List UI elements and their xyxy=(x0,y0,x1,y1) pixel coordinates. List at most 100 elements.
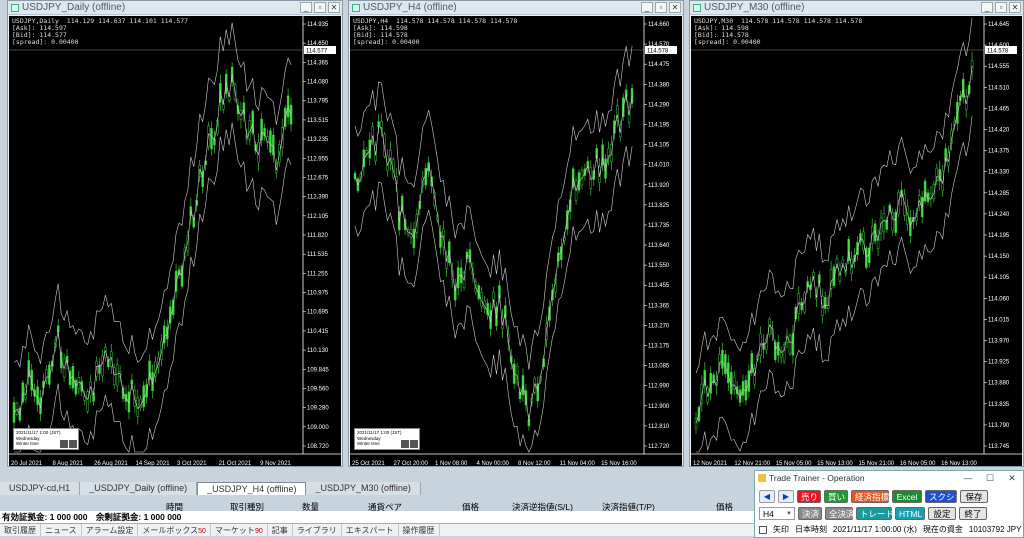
time-tick-label: 8 Nov 12:00 xyxy=(518,461,551,466)
minimize-icon[interactable]: _ xyxy=(641,2,653,13)
time-info-text: 2021/11/17 1:00 (JST) Wednesday Winter t… xyxy=(357,430,402,446)
price-tick-label: 109.280 xyxy=(307,406,329,412)
price-tick-label: 109.560 xyxy=(307,386,329,392)
restore-icon[interactable]: ▫ xyxy=(995,2,1007,13)
price-tick-label: 112.810 xyxy=(648,424,670,430)
price-tick-label: 113.970 xyxy=(988,339,1010,345)
exit-button[interactable]: 終了 xyxy=(959,507,987,520)
price-tick-label: 114.080 xyxy=(307,80,329,86)
next-bar-button[interactable]: ▶ xyxy=(778,490,794,503)
tab-usdjpy-daily[interactable]: _USDJPY_Daily (offline) xyxy=(80,482,198,495)
close-all-button[interactable]: 全決済 xyxy=(825,507,855,520)
time-tick-label: 15 Nov 21:00 xyxy=(858,461,894,466)
time-tick-label: 3 Oct 2021 xyxy=(177,461,207,466)
economic-indicator-button[interactable]: 経済指標 xyxy=(851,490,889,503)
restore-icon[interactable]: ▫ xyxy=(314,2,326,13)
settings-button[interactable]: 設定 xyxy=(928,507,956,520)
chart-plot-area[interactable]: 114.935 114.650 114.365 114.080 113.795 113.5… xyxy=(9,16,341,466)
maximize-icon[interactable]: ☐ xyxy=(979,471,1001,485)
minimize-icon[interactable]: — xyxy=(957,471,979,485)
candle-body xyxy=(906,206,909,225)
chart-window-daily[interactable]: USDJPY_Daily (offline) _ ▫ ✕ 114.935 114.… xyxy=(7,0,343,467)
chart-title-bar[interactable]: USDJPY_Daily (offline) _ ▫ ✕ xyxy=(8,1,342,15)
tab-usdjpy-m30[interactable]: _USDJPY_M30 (offline) xyxy=(306,482,421,495)
html-button[interactable]: HTML xyxy=(895,507,925,520)
arrow-checkbox[interactable] xyxy=(759,526,767,534)
close-icon[interactable]: ✕ xyxy=(669,2,681,13)
candle-body xyxy=(765,338,768,351)
price-tick-label: 114.375 xyxy=(988,149,1010,155)
restore-icon[interactable]: ▫ xyxy=(655,2,667,13)
chart-window-m30[interactable]: USDJPY_M30 (offline) _ ▫ ✕ 114.645114.60… xyxy=(689,0,1024,467)
timeframe-select[interactable]: H4 ▼ xyxy=(759,507,795,520)
excel-button[interactable]: Excel xyxy=(892,490,922,503)
chart-title: USDJPY_H4 (offline) xyxy=(363,2,457,13)
candle-body xyxy=(823,297,827,309)
tab-library[interactable]: ライブラリ xyxy=(293,524,342,536)
close-icon[interactable]: ✕ xyxy=(328,2,340,13)
sun-icon[interactable] xyxy=(401,440,409,448)
price-tick-label: 113.825 xyxy=(648,203,670,209)
clock-icon[interactable] xyxy=(69,440,77,448)
sell-button[interactable]: 売り xyxy=(797,490,821,503)
minimize-icon[interactable]: _ xyxy=(300,2,312,13)
balance-value: 10103792 JPY (1.04%) xyxy=(968,525,1024,534)
price-tick-label: 113.365 xyxy=(648,303,670,309)
buy-button[interactable]: 買い xyxy=(824,490,848,503)
tab-mailbox[interactable]: メールボックス50 xyxy=(138,524,211,536)
price-tick-label: 108.720 xyxy=(307,444,329,450)
clock-icon[interactable] xyxy=(410,440,418,448)
tab-journal[interactable]: 操作履歴 xyxy=(399,524,440,536)
tab-alerts[interactable]: アラーム設定 xyxy=(82,524,139,536)
price-tick-label: 113.515 xyxy=(307,118,329,124)
candle-body xyxy=(724,354,727,375)
tab-market[interactable]: マーケット90 xyxy=(211,524,268,536)
chart-title-bar[interactable]: USDJPY_M30 (offline) _ ▫ ✕ xyxy=(690,1,1023,15)
trade-trainer-panel[interactable]: Trade Trainer - Operation — ☐ ✕ ◀ ▶ 売り 買… xyxy=(754,470,1024,538)
trainer-title-bar[interactable]: Trade Trainer - Operation — ☐ ✕ xyxy=(755,471,1023,485)
close-icon[interactable]: ✕ xyxy=(1009,2,1021,13)
candle-body xyxy=(74,380,78,395)
screenshot-button[interactable]: スクショ xyxy=(925,490,963,503)
candle-body xyxy=(142,385,145,408)
tab-articles[interactable]: 記事 xyxy=(268,524,293,536)
minimize-icon[interactable]: _ xyxy=(981,2,993,13)
chart-plot-area[interactable]: 114.645114.600114.555114.510114.465114.4… xyxy=(691,16,1022,466)
tab-label: メールボックス xyxy=(142,526,199,535)
current-price-label: 114.578 xyxy=(987,49,1009,55)
close-position-button[interactable]: 決済 xyxy=(798,507,822,520)
price-tick-label: 114.465 xyxy=(988,106,1010,112)
price-tick-label: 113.235 xyxy=(307,137,329,143)
chevron-down-icon: ▼ xyxy=(786,511,792,517)
price-tick-label: 114.195 xyxy=(988,233,1010,239)
chart-title: USDJPY_M30 (offline) xyxy=(704,2,805,13)
chart-plot-area[interactable]: 114.660 114.570 114.475 114.380 114.290 114.1… xyxy=(350,16,682,466)
chart-title-bar[interactable]: USDJPY_H4 (offline) _ ▫ ✕ xyxy=(349,1,683,15)
candle-body xyxy=(269,130,272,153)
tab-news[interactable]: ニュース xyxy=(41,524,82,536)
time-tick-label: 4 Nov 00:00 xyxy=(477,461,510,466)
candle-body xyxy=(110,351,113,367)
chart-window-h4[interactable]: USDJPY_H4 (offline) _ ▫ ✕ 114.660 114.570… xyxy=(348,0,684,467)
price-tick-label: 112.720 xyxy=(648,444,670,450)
price-tick-label: 114.010 xyxy=(648,163,670,169)
tab-usdjpy-h4[interactable]: _USDJPY_H4 (offline) xyxy=(197,482,307,495)
tab-history[interactable]: 取引履歴 xyxy=(0,524,41,536)
mailbox-count-badge: 50 xyxy=(198,528,206,535)
time-tick-label: 14 Sep 2021 xyxy=(136,461,171,466)
candle-body xyxy=(835,258,839,265)
price-chart-svg[interactable]: 114.935114.650114.365114.080113.795113.5… xyxy=(9,16,341,466)
tab-experts[interactable]: エキスパート xyxy=(342,524,399,536)
sun-icon[interactable] xyxy=(60,440,68,448)
close-icon[interactable]: ✕ xyxy=(1001,471,1023,485)
trade-button[interactable]: トレード xyxy=(856,507,894,520)
price-chart-svg[interactable]: 114.645114.600114.555114.510114.465114.4… xyxy=(691,16,1022,466)
save-button[interactable]: 保存 xyxy=(960,490,988,503)
price-tick-label: 114.475 xyxy=(648,62,670,68)
chart-tabs: USDJPY-cd,H1 _USDJPY_Daily (offline) _US… xyxy=(0,482,760,495)
tab-usdjpy-cd-h1[interactable]: USDJPY-cd,H1 xyxy=(0,482,81,495)
price-chart-svg[interactable]: 114.660114.570114.475114.380114.290114.1… xyxy=(350,16,682,466)
prev-bar-button[interactable]: ◀ xyxy=(759,490,775,503)
time-info-box: 2021/11/17 1:00 (JST) Wednesday Winter t… xyxy=(13,428,79,450)
candle-body xyxy=(101,355,104,377)
